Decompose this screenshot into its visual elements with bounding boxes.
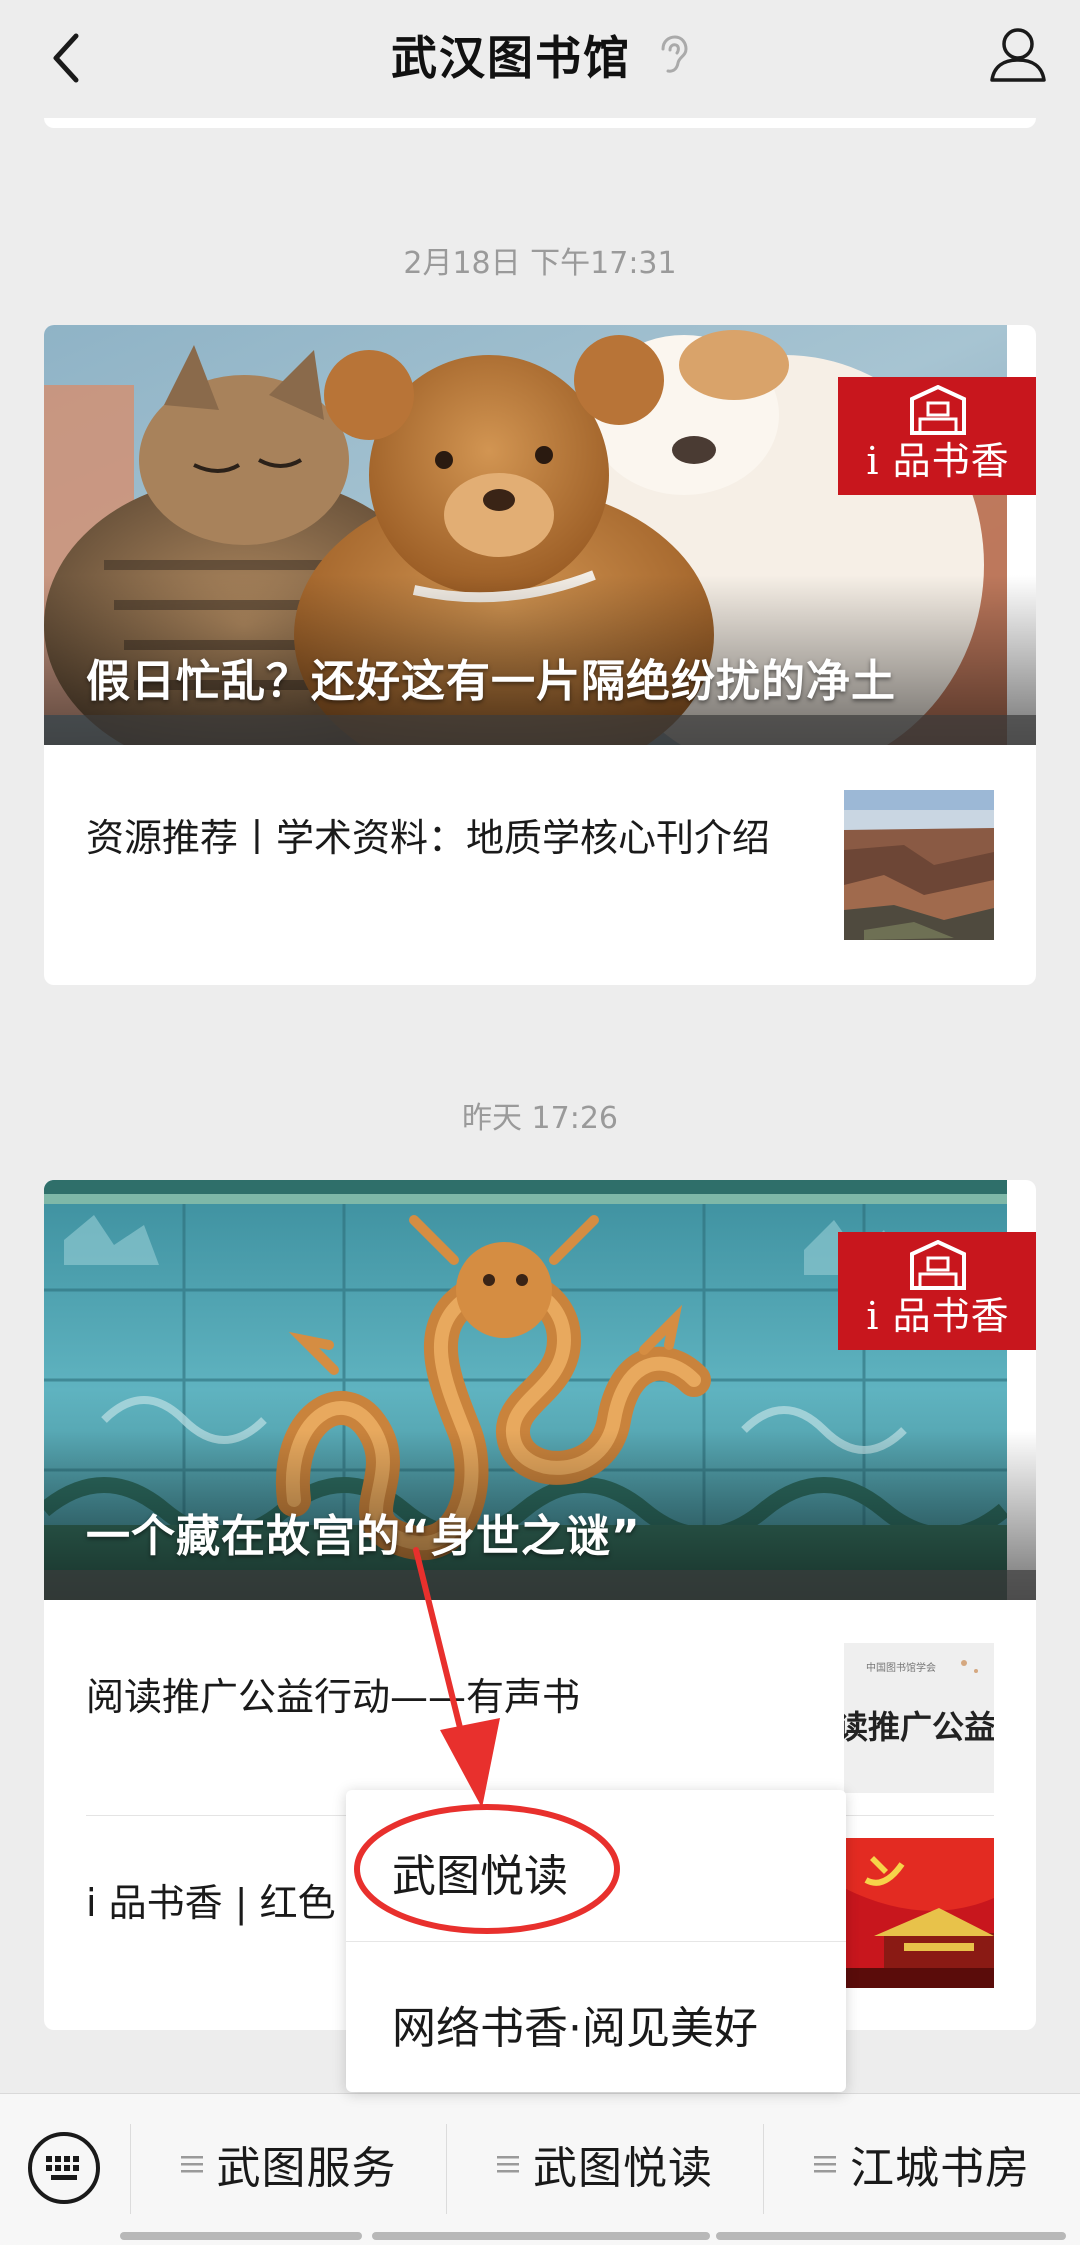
menu-lines-icon — [180, 2156, 203, 2173]
library-logo-icon — [910, 1240, 966, 1290]
back-button[interactable] — [38, 30, 94, 86]
popup-item-wutu-yuedu[interactable]: 武图悦读 — [346, 1790, 846, 1940]
page-title: 武汉图书馆 — [391, 31, 631, 85]
menu-button-label: 江城书房 — [850, 2143, 1030, 2194]
reading-promotion-thumb: 中国图书馆学会 读推广公益行 — [844, 1643, 994, 1793]
menu-lines-icon — [814, 2156, 836, 2173]
thumb-small-text: 中国图书馆学会 — [866, 1661, 936, 1674]
chevron-left-icon — [53, 33, 79, 83]
message-timestamp: 2月18日 下午17:31 — [403, 246, 677, 281]
hero-title: 一个藏在故宫的“身世之谜” — [86, 1511, 641, 1562]
menu-active-indicator — [120, 2232, 362, 2240]
ear-icon — [661, 35, 688, 73]
article-thumbnail — [844, 1838, 994, 1988]
message-timestamp: 昨天 17:26 — [462, 1101, 618, 1136]
brand-badge: i 品书香 — [838, 1232, 1036, 1350]
user-icon — [990, 28, 1046, 82]
article-row[interactable]: 阅读推广公益行动——有声书 中国图书馆学会 读推广公益行 — [44, 1600, 1036, 1795]
menu-active-indicator — [716, 2232, 1066, 2240]
menu-button-bookroom[interactable]: 江城书房 — [764, 2094, 1080, 2234]
menu-lines-icon — [497, 2156, 519, 2173]
article-thumbnail — [844, 790, 994, 940]
menu-active-indicator — [372, 2232, 710, 2240]
article-title: 资源推荐丨学术资料：地质学核心刊介绍 — [86, 816, 771, 860]
article-title: 阅读推广公益行动——有声书 — [86, 1675, 581, 1719]
chat-header: 武汉图书馆 — [0, 0, 1080, 118]
article-row[interactable]: 资源推荐丨学术资料：地质学核心刊介绍 — [44, 745, 1036, 985]
menu-button-yuedu[interactable]: 武图悦读 — [447, 2094, 763, 2234]
badge-text: i 品书香 — [866, 1294, 1010, 1338]
popup-item-network-reading[interactable]: 网络书香·阅见美好 — [346, 1942, 846, 2092]
menu-button-label: 武图服务 — [216, 2143, 397, 2194]
hero-strip — [44, 715, 1036, 745]
brand-badge: i 品书香 — [838, 377, 1036, 495]
keyboard-toggle-button[interactable] — [24, 2128, 104, 2208]
keyboard-icon — [28, 2132, 100, 2204]
bottom-menu-bar: 武图服务 武图悦读 江城书房 — [0, 2093, 1080, 2245]
profile-button[interactable] — [986, 22, 1050, 86]
thumb-text: 读推广公益行 — [844, 1708, 994, 1746]
menu-button-label: 武图悦读 — [533, 2143, 713, 2194]
grand-canyon-photo — [844, 790, 994, 940]
library-logo-icon — [910, 385, 966, 435]
popup-item-label: 武图悦读 — [392, 1851, 568, 1902]
menu-popup: 武图悦读 网络书香·阅见美好 — [346, 1790, 846, 2092]
popup-item-label: 网络书香·阅见美好 — [392, 2003, 758, 2054]
article-thumbnail: 中国图书馆学会 读推广公益行 — [844, 1643, 994, 1793]
article-hero[interactable]: 一个藏在故宫的“身世之谜” i 品书香 — [44, 1180, 1036, 1600]
badge-text: i 品书香 — [866, 439, 1010, 483]
article-hero[interactable]: 假日忙乱？还好这有一片隔绝纷扰的净土 i 品书香 — [44, 325, 1036, 745]
hero-strip — [44, 1570, 1036, 1600]
menu-button-services[interactable]: 武图服务 — [131, 2094, 446, 2234]
red-flag-tiananmen-thumb — [844, 1838, 994, 1988]
article-card: 假日忙乱？还好这有一片隔绝纷扰的净土 i 品书香 资源推荐丨学术资料：地质学核心… — [44, 325, 1036, 985]
hero-title: 假日忙乱？还好这有一片隔绝纷扰的净土 — [86, 656, 896, 707]
